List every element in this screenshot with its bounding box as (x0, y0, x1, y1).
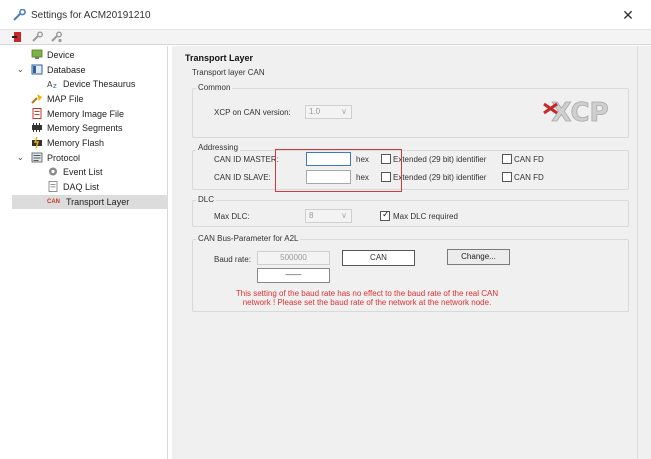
secondary-field[interactable]: —— (257, 268, 330, 283)
title-bar: Settings for ACM20191210 ✕ (0, 0, 651, 30)
exit-icon[interactable] (11, 31, 24, 43)
tree-item-protocol[interactable]: Protocol (31, 151, 80, 165)
device-icon (31, 49, 43, 59)
memory-image-file-icon (32, 108, 42, 119)
page-subtitle: Transport layer CAN (192, 68, 265, 77)
max-dlc-label: Max DLC: (214, 212, 250, 221)
vertical-scrollbar[interactable] (637, 46, 651, 459)
tree-item-transport-layer[interactable]: CAN Transport Layer (12, 195, 168, 209)
master-extended-label: Extended (29 bit) identifier (393, 155, 487, 164)
gear-icon (49, 167, 57, 176)
xcp-logo: XCP (541, 95, 619, 129)
tree-item-memory-segments[interactable]: Memory Segments (31, 121, 123, 135)
wrench-icon[interactable] (31, 31, 44, 43)
highlight-box (275, 149, 402, 192)
tree-item-database[interactable]: Database (31, 63, 86, 77)
expand-database-icon[interactable]: ⌄ (17, 63, 25, 77)
bus-type-field[interactable]: CAN (342, 250, 415, 266)
can-id-slave-label: CAN ID SLAVE: (214, 173, 271, 182)
can-id-master-label: CAN ID MASTER: (214, 155, 279, 164)
xcp-version-label: XCP on CAN version: (214, 108, 291, 117)
can-badge-icon: CAN (47, 199, 60, 205)
settings-app-icon (13, 9, 26, 21)
protocol-icon (31, 152, 43, 163)
window-title: Settings for ACM20191210 (31, 10, 151, 21)
xcp-version-select[interactable]: 1.0 ∨ (305, 105, 352, 119)
wrench-settings-icon[interactable] (50, 31, 63, 43)
tree-item-device-thesaurus[interactable]: A z Device Thesaurus (47, 77, 135, 91)
toolbar (0, 30, 651, 45)
memory-flash-icon (32, 137, 42, 148)
svg-text:z: z (53, 82, 57, 89)
master-can-fd-checkbox[interactable] (502, 154, 512, 164)
max-dlc-required-checkbox[interactable] (380, 209, 390, 221)
dropdown-arrow-icon: ∨ (341, 211, 347, 220)
slave-can-fd-label: CAN FD (514, 173, 544, 182)
daq-list-icon (48, 181, 58, 192)
master-can-fd-label: CAN FD (514, 155, 544, 164)
page-title: Transport Layer (185, 53, 254, 63)
expand-protocol-icon[interactable]: ⌄ (17, 151, 25, 165)
tree-item-memory-flash[interactable]: Memory Flash (31, 136, 104, 150)
baud-rate-label: Baud rate: (214, 255, 251, 264)
content-panel: Transport Layer Transport layer CAN Comm… (172, 46, 637, 459)
common-group-title: Common (196, 83, 233, 92)
database-icon (31, 64, 43, 75)
tree-item-event-list[interactable]: Event List (47, 165, 103, 179)
max-dlc-required-label: Max DLC required (393, 212, 458, 221)
settings-tree: Device ⌄ Database A z Device Thesaurus M… (0, 46, 168, 459)
baud-rate-input[interactable]: 500000 (257, 251, 330, 265)
slave-can-fd-checkbox[interactable] (502, 172, 512, 182)
slave-extended-label: Extended (29 bit) identifier (393, 173, 487, 182)
baud-rate-warning-line2: network ! Please set the baud rate of th… (242, 298, 492, 307)
tree-item-daq-list[interactable]: DAQ List (47, 180, 99, 194)
tree-item-map-file[interactable]: MAP File (31, 92, 83, 106)
bus-parameter-group-title: CAN Bus-Parameter for A2L (196, 234, 301, 243)
close-button[interactable]: ✕ (618, 6, 638, 24)
dropdown-arrow-icon: ∨ (341, 107, 347, 116)
map-file-icon (31, 94, 42, 104)
change-button[interactable]: Change... (447, 249, 510, 265)
baud-rate-warning-line1: This setting of the baud rate has no eff… (235, 289, 499, 298)
dlc-group-title: DLC (196, 195, 217, 204)
memory-segments-icon (32, 123, 42, 132)
addressing-group-title: Addressing (196, 143, 241, 152)
xcp-logo-text: XCP (551, 98, 608, 128)
max-dlc-select[interactable]: 8 ∨ (305, 209, 352, 223)
thesaurus-icon: A z (47, 80, 57, 89)
tree-item-memory-image-file[interactable]: Memory Image File (31, 107, 124, 121)
tree-item-device[interactable]: Device (31, 48, 75, 62)
